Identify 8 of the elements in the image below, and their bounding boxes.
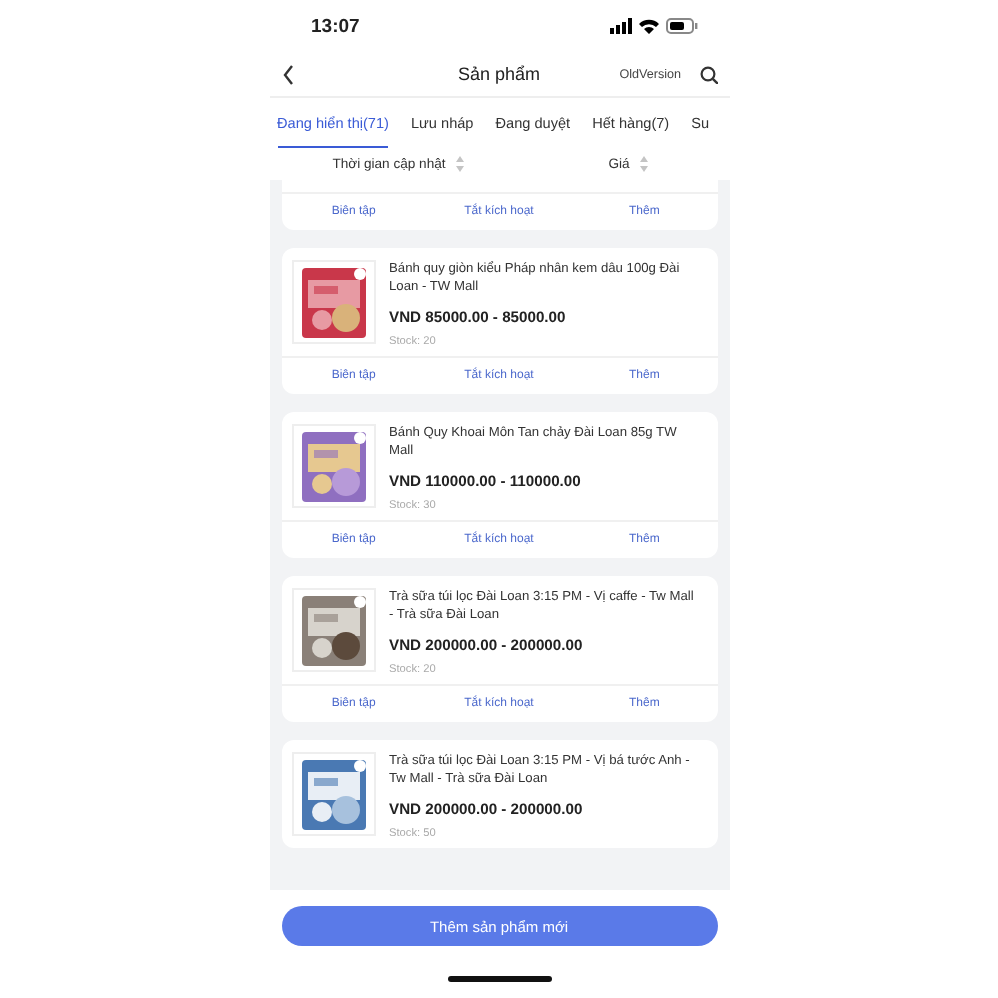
- status-time: 13:07: [311, 15, 360, 37]
- back-icon[interactable]: [281, 63, 293, 85]
- search-icon[interactable]: [699, 65, 717, 83]
- page-title: Sản phẩm: [455, 64, 543, 84]
- battery-icon: [665, 18, 697, 34]
- wifi-icon: [637, 18, 659, 34]
- signal-icon: [609, 18, 631, 34]
- home-indicator: [447, 976, 551, 982]
